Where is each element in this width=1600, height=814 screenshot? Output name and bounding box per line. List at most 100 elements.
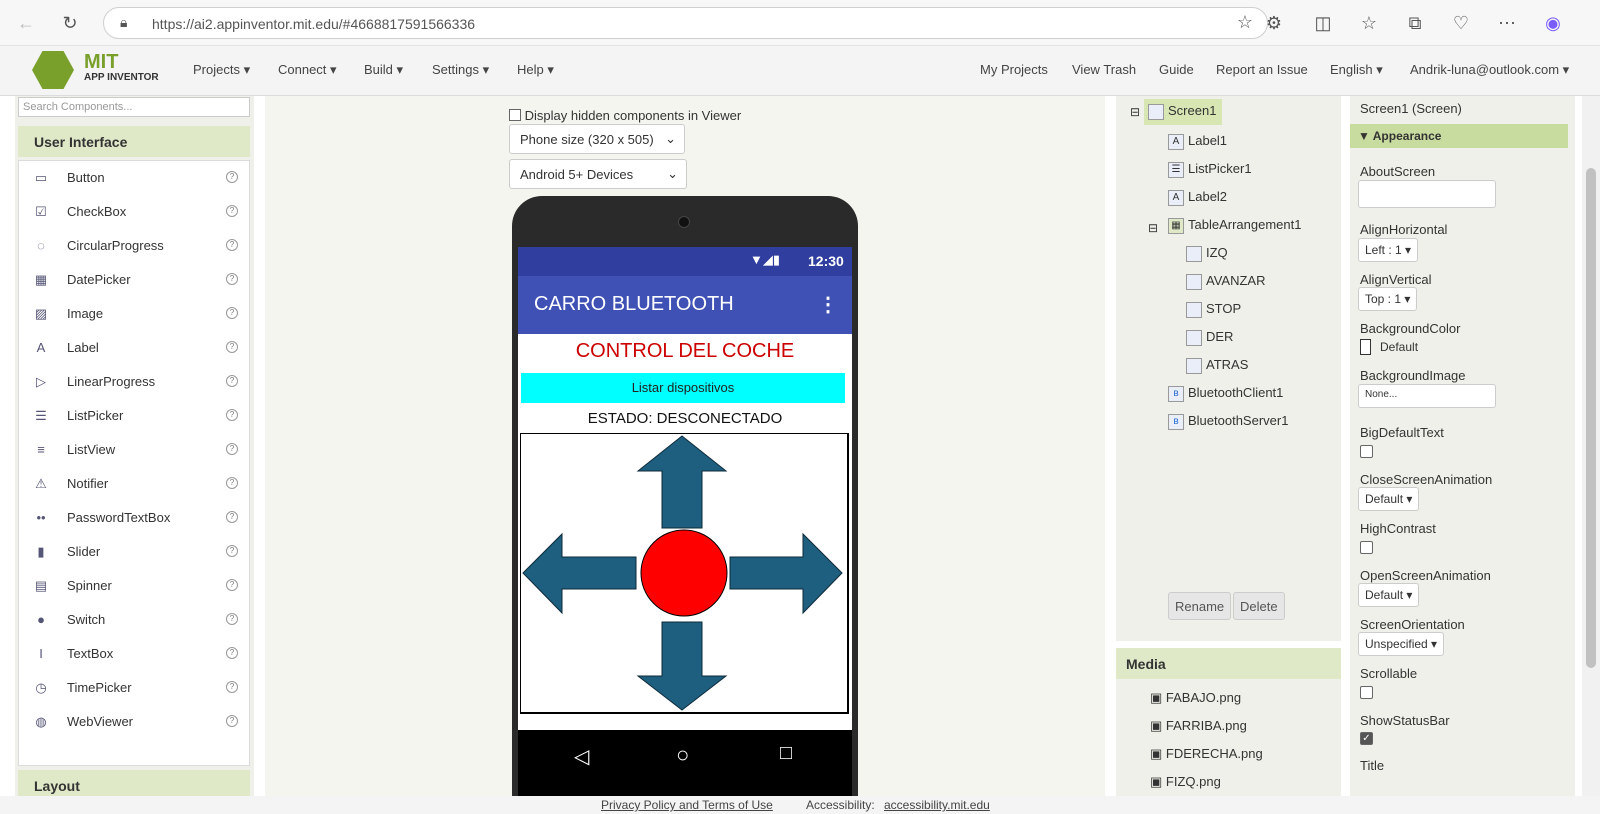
hidden-components-checkbox[interactable] bbox=[509, 109, 521, 121]
high-contrast-checkbox[interactable] bbox=[1360, 541, 1373, 554]
help-icon[interactable]: ? bbox=[226, 545, 238, 557]
help-icon[interactable]: ? bbox=[226, 579, 238, 591]
palette-item-notifier[interactable]: ⚠ Notifier? bbox=[19, 467, 251, 501]
tree-node-der[interactable]: DER bbox=[1186, 329, 1233, 355]
color-swatch[interactable] bbox=[1360, 339, 1371, 355]
palette-item-listpicker[interactable]: ☰ ListPicker? bbox=[19, 399, 251, 433]
tree-node-izq[interactable]: IZQ bbox=[1186, 245, 1228, 271]
align-horizontal-select[interactable]: Left : 1 ▾ bbox=[1358, 238, 1419, 262]
palette-item-label[interactable]: A Label? bbox=[19, 331, 251, 365]
more-icon[interactable]: ⋯ bbox=[1495, 11, 1519, 35]
page-scrollbar[interactable] bbox=[1582, 96, 1600, 796]
collections-icon[interactable]: ⧉ bbox=[1403, 11, 1427, 35]
palette-item-linearprogress[interactable]: ▷ LinearProgress? bbox=[19, 365, 251, 399]
open-animation-select[interactable]: Default ▾ bbox=[1358, 583, 1420, 607]
tree-node-screen1[interactable]: Screen1 bbox=[1144, 99, 1223, 125]
menu-build[interactable]: Build ▾ bbox=[364, 62, 403, 78]
extensions-icon[interactable]: ⚙ bbox=[1262, 11, 1286, 35]
background-color-value[interactable]: Default bbox=[1380, 340, 1418, 354]
help-icon[interactable]: ? bbox=[226, 375, 238, 387]
link-my-projects[interactable]: My Projects bbox=[980, 62, 1048, 77]
media-file[interactable]: ▣ FDERECHA.png bbox=[1150, 746, 1263, 762]
accessibility-link[interactable]: accessibility.mit.edu bbox=[884, 798, 990, 812]
app-inventor-logo[interactable] bbox=[32, 51, 74, 89]
background-image-input[interactable]: None... bbox=[1358, 384, 1496, 408]
palette-item-textbox[interactable]: I TextBox? bbox=[19, 637, 251, 671]
palette-item-listview[interactable]: ≡ ListView? bbox=[19, 433, 251, 467]
align-vertical-select[interactable]: Top : 1 ▾ bbox=[1358, 287, 1418, 311]
collapse-screen-icon[interactable]: ⊟ bbox=[1130, 105, 1140, 119]
scrollable-checkbox[interactable] bbox=[1360, 686, 1373, 699]
palette-item-switch[interactable]: ● Switch? bbox=[19, 603, 251, 637]
list-devices-button[interactable]: Listar dispositivos bbox=[521, 373, 845, 403]
palette-item-webviewer[interactable]: ◍ WebViewer? bbox=[19, 705, 251, 739]
help-icon[interactable]: ? bbox=[226, 511, 238, 523]
privacy-link[interactable]: Privacy Policy and Terms of Use bbox=[601, 798, 773, 812]
menu-connect[interactable]: Connect ▾ bbox=[278, 62, 337, 78]
phone-size-select[interactable]: Phone size (320 x 505) ⌄ bbox=[509, 124, 685, 154]
help-icon[interactable]: ? bbox=[226, 239, 238, 251]
palette-item-checkbox[interactable]: ☑ CheckBox? bbox=[19, 195, 251, 229]
help-icon[interactable]: ? bbox=[226, 443, 238, 455]
help-icon[interactable]: ? bbox=[226, 205, 238, 217]
tree-node-atras[interactable]: ATRAS bbox=[1186, 357, 1248, 383]
help-icon[interactable]: ? bbox=[226, 307, 238, 319]
palette-item-button[interactable]: ▭ Button? bbox=[19, 161, 251, 195]
palette-item-datepicker[interactable]: ▦ DatePicker? bbox=[19, 263, 251, 297]
palette-item-image[interactable]: ▨ Image? bbox=[19, 297, 251, 331]
media-file[interactable]: ▣ FABAJO.png bbox=[1150, 690, 1241, 706]
link-guide[interactable]: Guide bbox=[1159, 62, 1194, 77]
tree-node-label1[interactable]: A Label1 bbox=[1168, 133, 1227, 159]
help-icon[interactable]: ? bbox=[226, 613, 238, 625]
section-user-interface[interactable]: User Interface bbox=[18, 126, 250, 157]
appearance-group[interactable]: ▼ Appearance bbox=[1350, 124, 1568, 148]
search-components-input[interactable]: Search Components... bbox=[18, 97, 250, 117]
help-icon[interactable]: ? bbox=[226, 647, 238, 659]
tree-node-bluetoothclient1[interactable]: ʙ BluetoothClient1 bbox=[1168, 385, 1283, 411]
delete-button[interactable]: Delete bbox=[1233, 592, 1285, 620]
about-screen-input[interactable] bbox=[1358, 180, 1496, 208]
media-file[interactable]: ▣ FIZQ.png bbox=[1150, 774, 1221, 794]
menu-projects[interactable]: Projects ▾ bbox=[193, 62, 250, 78]
menu-settings[interactable]: Settings ▾ bbox=[432, 62, 489, 78]
help-icon[interactable]: ? bbox=[226, 341, 238, 353]
favorite-star-icon[interactable]: ☆ bbox=[1237, 12, 1253, 33]
big-default-text-checkbox[interactable] bbox=[1360, 445, 1373, 458]
tree-node-label2[interactable]: A Label2 bbox=[1168, 189, 1227, 215]
health-icon[interactable]: ♡ bbox=[1449, 11, 1473, 35]
link-view-trash[interactable]: View Trash bbox=[1072, 62, 1136, 77]
reload-icon[interactable]: ↻ bbox=[58, 11, 82, 35]
close-animation-select[interactable]: Default ▾ bbox=[1358, 487, 1420, 511]
help-icon[interactable]: ? bbox=[226, 409, 238, 421]
rename-button[interactable]: Rename bbox=[1168, 592, 1232, 620]
show-status-bar-checkbox[interactable]: ✓ bbox=[1360, 732, 1373, 745]
link-report-issue[interactable]: Report an Issue bbox=[1216, 62, 1308, 77]
device-select[interactable]: Android 5+ Devices ⌄ bbox=[509, 159, 687, 189]
palette-item-slider[interactable]: ▮ Slider? bbox=[19, 535, 251, 569]
favorites-icon[interactable]: ☆ bbox=[1357, 11, 1381, 35]
language-menu[interactable]: English ▾ bbox=[1330, 62, 1383, 78]
back-icon[interactable]: ← bbox=[14, 11, 38, 35]
media-file[interactable]: ▣ FARRIBA.png bbox=[1150, 718, 1247, 734]
account-menu[interactable]: Andrik-luna@outlook.com ▾ bbox=[1410, 62, 1569, 78]
palette-item-passwordtextbox[interactable]: •• PasswordTextBox? bbox=[19, 501, 251, 535]
screen-orientation-select[interactable]: Unspecified ▾ bbox=[1358, 632, 1445, 656]
tree-node-tablearrangement1[interactable]: ▦ TableArrangement1 bbox=[1168, 217, 1301, 243]
help-icon[interactable]: ? bbox=[226, 715, 238, 727]
help-icon[interactable]: ? bbox=[226, 681, 238, 693]
help-icon[interactable]: ? bbox=[226, 273, 238, 285]
palette-item-spinner[interactable]: ▤ Spinner? bbox=[19, 569, 251, 603]
tree-node-bluetoothserver1[interactable]: ʙ BluetoothServer1 bbox=[1168, 413, 1288, 439]
help-icon[interactable]: ? bbox=[226, 477, 238, 489]
palette-item-timepicker[interactable]: ◷ TimePicker? bbox=[19, 671, 251, 705]
copilot-icon[interactable]: ◉ bbox=[1541, 11, 1565, 35]
collapse-table-icon[interactable]: ⊟ bbox=[1148, 221, 1158, 235]
scrollbar-thumb[interactable] bbox=[1586, 168, 1596, 668]
split-screen-icon[interactable]: ◫ bbox=[1311, 11, 1335, 35]
tree-node-avanzar[interactable]: AVANZAR bbox=[1186, 273, 1265, 299]
menu-help[interactable]: Help ▾ bbox=[517, 62, 554, 78]
stop-button[interactable] bbox=[640, 529, 728, 617]
tree-node-listpicker1[interactable]: ☰ ListPicker1 bbox=[1168, 161, 1252, 187]
palette-item-circularprogress[interactable]: ◌ CircularProgress? bbox=[19, 229, 251, 263]
help-icon[interactable]: ? bbox=[226, 171, 238, 183]
